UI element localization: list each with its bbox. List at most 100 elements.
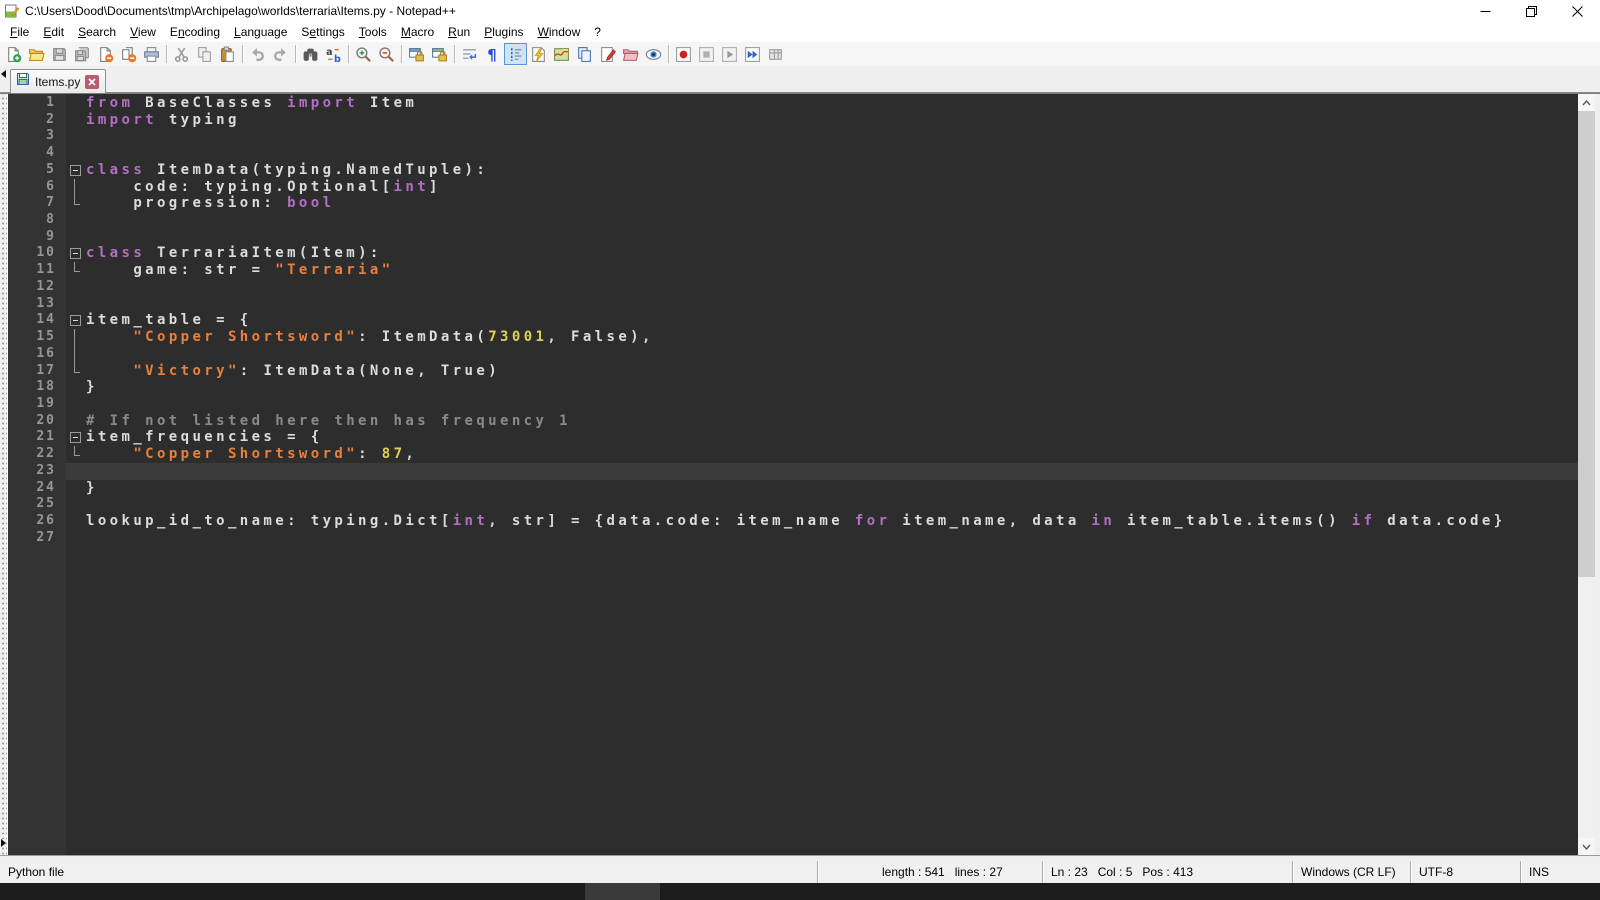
line-number: 7 (8, 195, 66, 212)
toolbar-macro-stop-icon[interactable] (695, 43, 718, 65)
code-text (86, 396, 1578, 413)
fold-margin (66, 195, 86, 212)
code-text: "Victory": ItemData(None, True) (86, 363, 1578, 380)
vertical-scrollbar[interactable] (1578, 94, 1595, 855)
toolbar-document-list-icon[interactable] (573, 43, 596, 65)
code-line-body: class TerrariaItem(Item): (66, 245, 1578, 262)
code-line-body: "Copper Shortsword": ItemData(73001, Fal… (66, 329, 1578, 346)
tab-scroll-left-icon[interactable] (1, 70, 6, 78)
toolbar-sync-horizontal-scroll-icon[interactable] (428, 43, 451, 65)
toolbar-macro-record-icon[interactable] (672, 43, 695, 65)
fold-margin (66, 496, 86, 513)
menu-settings[interactable]: Settings (294, 23, 351, 41)
bottom-edge-highlight (585, 883, 660, 900)
fold-margin (66, 112, 86, 129)
toolbar-close-all-icon[interactable] (117, 43, 140, 65)
line-number: 3 (8, 128, 66, 145)
window-title: C:\Users\Dood\Documents\tmp\Archipelago\… (25, 4, 456, 18)
code-line: 12 (8, 279, 1578, 296)
menu-macro[interactable]: Macro (394, 23, 441, 41)
code-line: 8 (8, 212, 1578, 229)
menu-help[interactable]: ? (587, 23, 608, 41)
scrollbar-down-icon[interactable] (1578, 838, 1595, 855)
toolbar-show-indent-guide-icon[interactable] (504, 43, 527, 65)
toolbar-word-wrap-icon[interactable] (458, 43, 481, 65)
menu-edit[interactable]: Edit (36, 23, 71, 41)
bottom-edge (0, 883, 1600, 900)
scrollbar-thumb[interactable] (1578, 111, 1595, 577)
code-line-body (66, 296, 1578, 313)
line-number: 27 (8, 530, 66, 547)
close-button[interactable] (1554, 0, 1600, 22)
menu-tools[interactable]: Tools (352, 23, 394, 41)
menu-encoding[interactable]: Encoding (163, 23, 227, 41)
scrollbar-up-icon[interactable] (1578, 94, 1595, 111)
line-number: 20 (8, 413, 66, 430)
status-eol: Windows (CR LF) (1292, 861, 1410, 883)
menu-file[interactable]: File (3, 23, 36, 41)
toolbar-copy-icon[interactable] (193, 43, 216, 65)
notepad-plus-plus-icon (4, 3, 20, 19)
toolbar-monitoring-icon[interactable] (642, 43, 665, 65)
code-line-body: } (66, 480, 1578, 497)
menu-search[interactable]: Search (71, 23, 123, 41)
fold-toggle-icon[interactable] (66, 162, 86, 179)
toolbar-zoom-out-icon[interactable] (375, 43, 398, 65)
code-line-body: game: str = "Terraria" (66, 262, 1578, 279)
code-line: 25 (8, 496, 1578, 513)
code-line: 10class TerrariaItem(Item): (8, 245, 1578, 262)
minimize-button[interactable] (1462, 0, 1508, 22)
line-number: 18 (8, 379, 66, 396)
toolbar-zoom-in-icon[interactable] (352, 43, 375, 65)
toolbar-close-icon[interactable] (94, 43, 117, 65)
fold-toggle-icon[interactable] (66, 245, 86, 262)
toolbar-replace-icon[interactable]: ab (322, 43, 345, 65)
menu-language[interactable]: Language (227, 23, 294, 41)
line-number: 1 (8, 95, 66, 112)
tab-close-icon[interactable] (85, 75, 99, 89)
toolbar-redo-icon[interactable] (269, 43, 292, 65)
toolbar-cut-icon[interactable] (170, 43, 193, 65)
menu-plugins[interactable]: Plugins (477, 23, 530, 41)
code-line-body: } (66, 379, 1578, 396)
toolbar-print-icon[interactable] (140, 43, 163, 65)
code-line: 21item_frequencies = { (8, 429, 1578, 446)
menu-run[interactable]: Run (441, 23, 477, 41)
toolbar-document-map-icon[interactable] (550, 43, 573, 65)
code-line-body: item_table = { (66, 312, 1578, 329)
toolbar-function-list-icon[interactable] (596, 43, 619, 65)
code-line: 19 (8, 396, 1578, 413)
line-number: 19 (8, 396, 66, 413)
fold-toggle-icon[interactable] (66, 312, 86, 329)
code-line-body: "Victory": ItemData(None, True) (66, 363, 1578, 380)
toolbar-separator (295, 45, 296, 63)
toolbar-sync-vertical-scroll-icon[interactable] (405, 43, 428, 65)
code-line-body (66, 396, 1578, 413)
toolbar-define-language-icon[interactable] (527, 43, 550, 65)
toolbar-new-file-icon[interactable] (2, 43, 25, 65)
line-number: 9 (8, 229, 66, 246)
line-number: 23 (8, 463, 66, 480)
panel-expand-arrow-icon[interactable] (1, 839, 6, 847)
toolbar-find-icon[interactable] (299, 43, 322, 65)
toolbar-paste-icon[interactable] (216, 43, 239, 65)
fold-margin (66, 212, 86, 229)
toolbar-macro-play-icon[interactable] (718, 43, 741, 65)
toolbar-undo-icon[interactable] (246, 43, 269, 65)
code-line: 16 (8, 346, 1578, 363)
code-line: 7 progression: bool (8, 195, 1578, 212)
toolbar-folder-as-workspace-icon[interactable] (619, 43, 642, 65)
toolbar-save-icon[interactable] (48, 43, 71, 65)
restore-button[interactable] (1508, 0, 1554, 22)
editor-surface[interactable]: 1from BaseClasses import Item2import typ… (8, 94, 1578, 855)
fold-margin (66, 329, 86, 346)
tab-items-py[interactable]: Items.py (10, 69, 106, 93)
fold-toggle-icon[interactable] (66, 429, 86, 446)
toolbar-show-all-characters-icon[interactable]: ¶ (481, 43, 504, 65)
toolbar-macro-run-multiple-icon[interactable] (741, 43, 764, 65)
toolbar-open-file-icon[interactable] (25, 43, 48, 65)
menu-view[interactable]: View (123, 23, 163, 41)
toolbar-macro-save-icon[interactable] (764, 43, 787, 65)
toolbar-save-all-icon[interactable] (71, 43, 94, 65)
menu-window[interactable]: Window (531, 23, 588, 41)
